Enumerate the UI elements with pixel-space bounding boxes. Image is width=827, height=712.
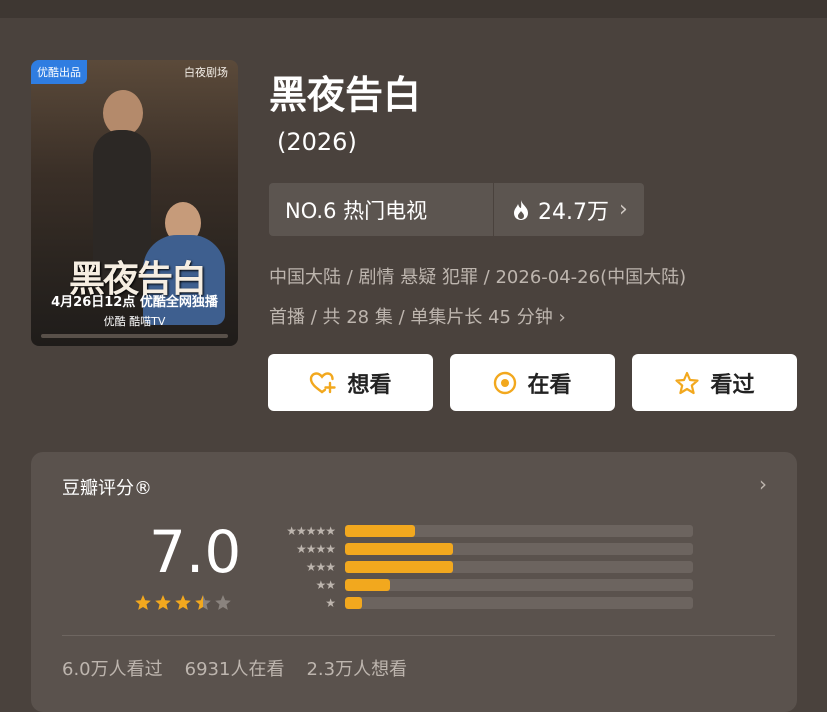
top-bar	[0, 0, 827, 18]
rating-score: 7.0	[149, 518, 242, 586]
watched-count: 6.0万人看过	[62, 659, 163, 680]
rating-star-icon	[195, 595, 211, 610]
distribution-bar	[345, 579, 391, 591]
want-to-watch-button[interactable]: 想看	[268, 354, 433, 411]
rank-label: NO.6 热门电视	[269, 183, 494, 236]
distribution-track	[345, 525, 693, 537]
rating-stars	[134, 594, 232, 611]
poster-sponsor-strip	[41, 334, 228, 338]
meta-line-2-text: 首播 / 共 28 集 / 单集片长 45 分钟	[269, 307, 553, 328]
heart-plus-icon	[310, 371, 337, 393]
star-icon	[675, 371, 700, 394]
action-buttons: 想看 在看 看过	[268, 354, 797, 411]
rating-distribution: ★★★★★ ★★★★ ★★★ ★★ ★	[263, 522, 693, 612]
distribution-star-count: ★	[325, 596, 336, 610]
distribution-row: ★★★	[263, 558, 693, 576]
distribution-bar	[345, 543, 453, 555]
poster-image[interactable]: 优酷出品 白夜剧场 黑夜告白 4月26日12点 优酷全网独播 优酷 酷喵TV	[31, 60, 238, 346]
distribution-bar	[345, 525, 415, 537]
watched-label: 看过	[710, 372, 755, 398]
distribution-star-count: ★★★★★	[286, 524, 336, 538]
rating-card[interactable]: 豆瓣评分® › 7.0 ★★★★★ ★★★★ ★★★ ★★ ★ 6.0万人看过 6931…	[31, 452, 797, 712]
rating-star-icon	[135, 595, 151, 610]
rating-label: 豆瓣评分®	[62, 478, 152, 499]
divider	[62, 635, 775, 636]
page-title: 黑夜告白	[269, 73, 422, 117]
distribution-row: ★★★★	[263, 540, 693, 558]
audience-counts: 6.0万人看过 6931人在看 2.3万人想看	[62, 655, 407, 681]
watching-label: 在看	[527, 372, 572, 398]
watching-button[interactable]: 在看	[450, 354, 615, 411]
flame-icon	[514, 199, 528, 220]
chevron-right-icon: ›	[558, 307, 566, 328]
watching-count: 6931人在看	[184, 659, 285, 680]
want-count: 2.3万人想看	[306, 659, 408, 680]
distribution-track	[345, 543, 693, 555]
distribution-bar	[345, 597, 363, 609]
rating-star-icon	[215, 595, 231, 610]
distribution-star-count: ★★	[315, 578, 336, 592]
chevron-right-icon: ›	[759, 472, 767, 496]
distribution-track	[345, 561, 693, 573]
ranking-bar[interactable]: NO.6 热门电视 24.7万 ›	[269, 183, 644, 236]
distribution-track	[345, 597, 693, 609]
distribution-row: ★★★★★	[263, 522, 693, 540]
rating-star-icon	[175, 595, 191, 610]
heat-indicator[interactable]: 24.7万 ›	[494, 183, 644, 236]
meta-line-1: 中国大陆 / 剧情 悬疑 犯罪 / 2026-04-26(中国大陆)	[269, 267, 687, 288]
distribution-bar	[345, 561, 453, 573]
release-year: (2026)	[277, 128, 357, 156]
want-label: 想看	[347, 372, 392, 398]
poster-platforms: 优酷 酷喵TV	[103, 315, 166, 328]
poster-badge: 优酷出品	[31, 60, 87, 84]
distribution-row: ★★	[263, 576, 693, 594]
watched-button[interactable]: 看过	[632, 354, 797, 411]
distribution-track	[345, 579, 693, 591]
distribution-row: ★	[263, 594, 693, 612]
heat-value: 24.7万	[538, 199, 609, 225]
meta-line-2[interactable]: 首播 / 共 28 集 / 单集片长 45 分钟 ›	[269, 303, 566, 329]
poster-release-line: 4月26日12点 优酷全网独播	[51, 295, 218, 310]
rating-star-icon	[155, 595, 171, 610]
target-icon	[494, 371, 517, 394]
distribution-star-count: ★★★	[305, 560, 336, 574]
poster-brand: 白夜剧场	[184, 66, 228, 79]
distribution-star-count: ★★★★	[295, 542, 336, 556]
chevron-right-icon: ›	[619, 197, 628, 222]
